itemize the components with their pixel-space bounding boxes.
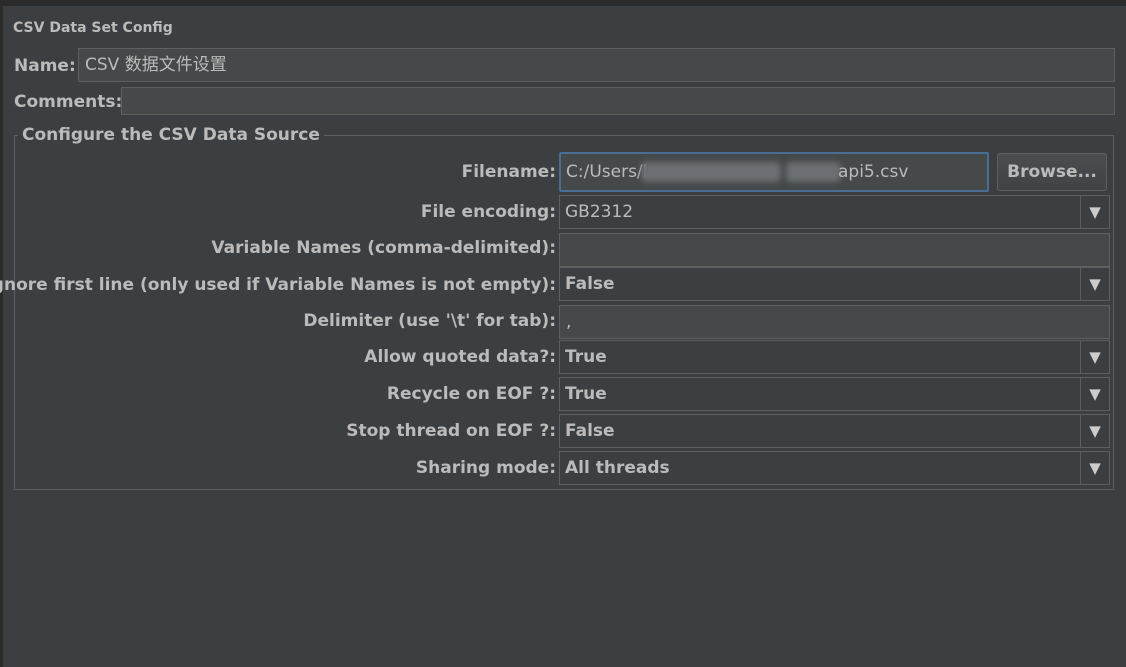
stop-thread-value: False [565, 421, 615, 441]
varnames-label: Variable Names (comma-delimited): [211, 238, 556, 258]
group-legend: Configure the CSV Data Source [18, 125, 324, 145]
panel-title: CSV Data Set Config [13, 20, 173, 36]
chevron-down-icon[interactable]: ▼ [1080, 341, 1109, 373]
quoted-combo[interactable]: True ▼ [559, 340, 1110, 374]
stop-thread-label: Stop thread on EOF ?: [346, 421, 556, 441]
top-border [0, 0, 1126, 6]
left-border [0, 0, 3, 667]
recycle-label: Recycle on EOF ?: [386, 384, 556, 404]
filename-suffix: api5.csv [838, 162, 909, 182]
chevron-down-icon[interactable]: ▼ [1080, 378, 1109, 410]
quoted-label: Allow quoted data?: [364, 347, 556, 367]
quoted-value: True [565, 347, 607, 367]
filename-input[interactable]: C:/Users/l api5.csv [559, 152, 989, 192]
name-input[interactable]: CSV 数据文件设置 [78, 48, 1115, 82]
browse-button[interactable]: Browse... [997, 153, 1107, 191]
filename-prefix: C:/Users/l [566, 162, 648, 182]
ignore-first-line-label: Ignore first line (only used if Variable… [0, 275, 556, 295]
delimiter-label: Delimiter (use '\t' for tab): [303, 311, 556, 331]
comments-label: Comments: [14, 92, 123, 112]
chevron-down-icon[interactable]: ▼ [1080, 268, 1109, 300]
redaction-blur [641, 162, 781, 182]
delimiter-input[interactable]: , [559, 305, 1110, 339]
chevron-down-icon[interactable]: ▼ [1080, 196, 1109, 228]
name-label: Name: [14, 56, 76, 76]
sharing-mode-label: Sharing mode: [415, 458, 556, 478]
ignore-first-line-value: False [565, 274, 615, 294]
recycle-value: True [565, 384, 607, 404]
sharing-mode-combo[interactable]: All threads ▼ [559, 451, 1110, 485]
recycle-combo[interactable]: True ▼ [559, 377, 1110, 411]
chevron-down-icon[interactable]: ▼ [1080, 415, 1109, 447]
chevron-down-icon[interactable]: ▼ [1080, 452, 1109, 484]
comments-input[interactable] [121, 87, 1115, 115]
redaction-blur [786, 162, 841, 182]
encoding-label: File encoding: [420, 202, 556, 222]
stop-thread-combo[interactable]: False ▼ [559, 414, 1110, 448]
encoding-combo[interactable]: GB2312 ▼ [559, 195, 1110, 229]
filename-label: Filename: [461, 162, 556, 182]
sharing-mode-value: All threads [565, 458, 670, 478]
ignore-first-line-combo[interactable]: False ▼ [559, 267, 1110, 301]
varnames-input[interactable] [559, 233, 1110, 267]
encoding-value: GB2312 [565, 202, 634, 222]
